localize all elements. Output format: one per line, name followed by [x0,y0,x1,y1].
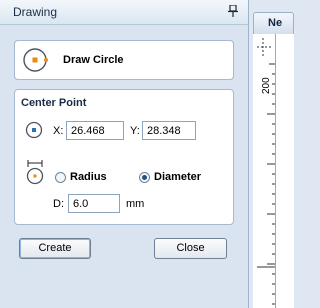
drawing-canvas[interactable] [276,34,294,308]
tool-header-card: Draw Circle [14,40,234,80]
drawing-panel: Drawing Draw Circle Center Point X: Y: [0,0,249,308]
panel-titlebar: Drawing [0,0,248,25]
vertical-ruler: 200 [253,34,276,308]
d-label: D: [53,198,64,210]
center-x-field[interactable] [66,121,124,140]
diameter-radio[interactable] [139,172,150,183]
center-y-field[interactable] [142,121,196,140]
pin-icon[interactable] [228,5,238,17]
document-area: Ne 200 [249,0,294,308]
ruler-label: 200 [261,77,272,94]
document-tab-label: Ne [268,17,283,29]
center-point-icon [25,121,43,139]
document-tab[interactable]: Ne [253,12,294,34]
create-button[interactable]: Create [19,238,91,259]
radius-label[interactable]: Radius [70,171,107,183]
ruler-ticks [257,38,275,305]
diameter-field[interactable] [68,194,120,213]
y-label: Y: [130,125,140,137]
center-point-card: Center Point X: Y: Radius Diameter D: mm [14,89,234,225]
draw-circle-icon [23,48,48,72]
close-button[interactable]: Close [154,238,227,259]
center-point-heading: Center Point [21,97,87,109]
tool-title: Draw Circle [63,54,124,66]
diameter-label[interactable]: Diameter [154,171,201,183]
panel-title: Drawing [13,5,58,19]
x-label: X: [53,125,64,137]
radius-radio[interactable] [55,172,66,183]
diameter-icon [26,160,44,185]
unit-label: mm [126,198,145,210]
